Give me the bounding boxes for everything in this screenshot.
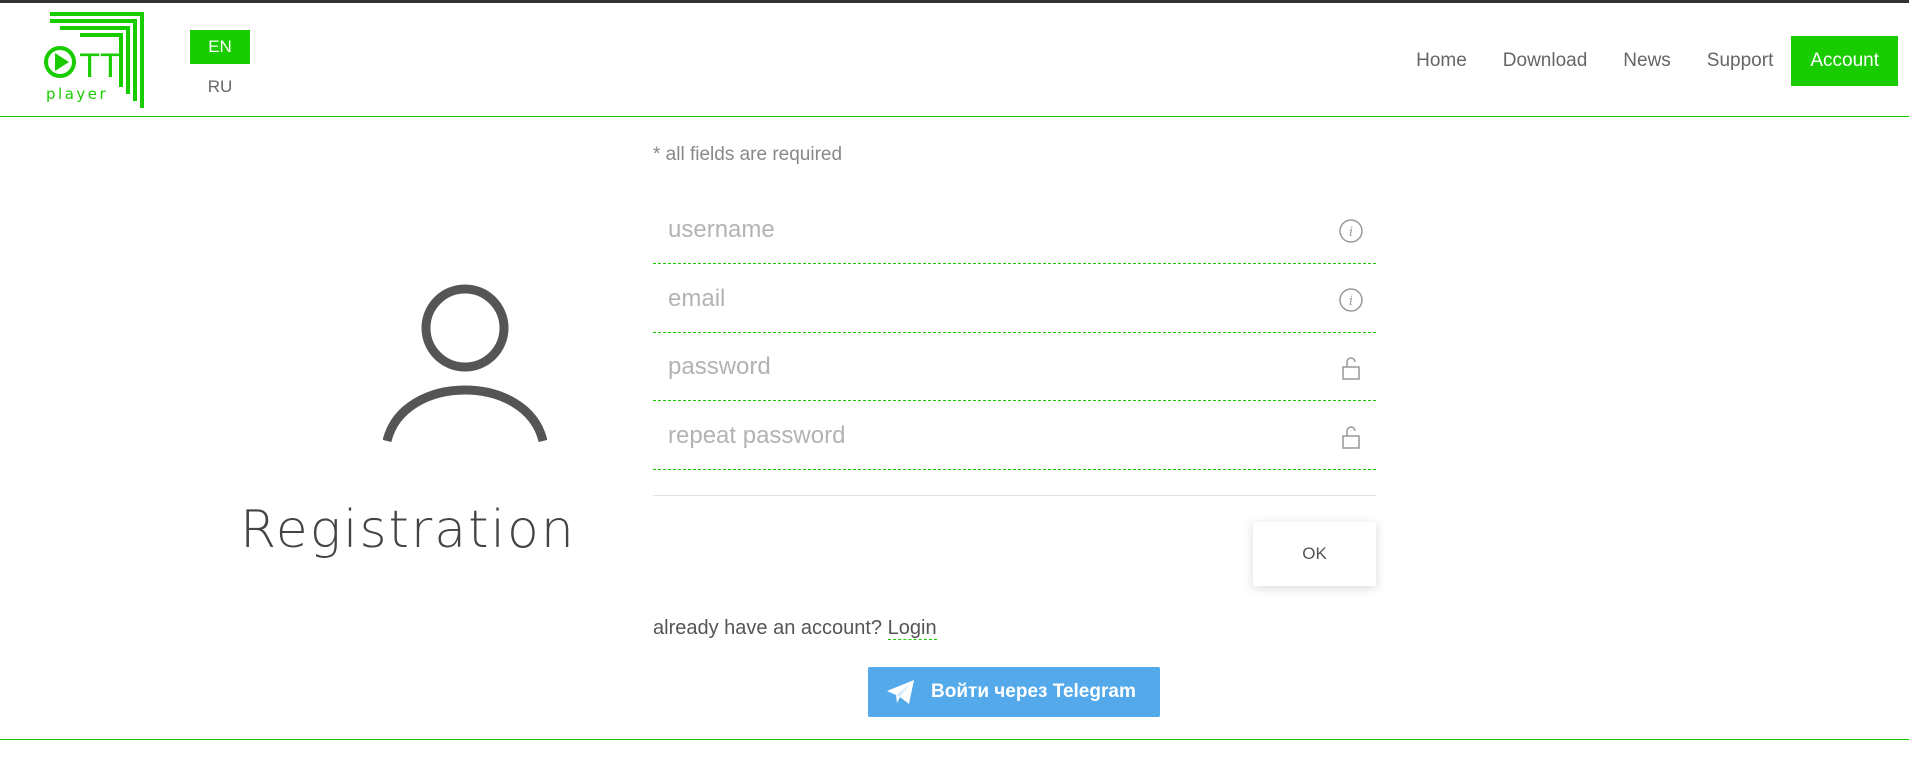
form-divider bbox=[653, 495, 1376, 496]
have-account-line: already have an account? Login bbox=[653, 617, 937, 640]
ott-player-logo[interactable]: TT player bbox=[40, 11, 148, 111]
site-header: TT player EN RU Home Download News Suppo… bbox=[0, 3, 1909, 117]
telegram-login-label: Войти через Telegram bbox=[931, 681, 1136, 702]
have-account-text: already have an account? bbox=[653, 617, 883, 639]
username-field: i bbox=[653, 196, 1376, 264]
language-ru-button[interactable]: RU bbox=[190, 72, 250, 102]
main-nav: Home Download News Support Account bbox=[1398, 36, 1898, 86]
login-link[interactable]: Login bbox=[887, 617, 937, 640]
svg-text:i: i bbox=[1349, 225, 1353, 240]
unlock-icon[interactable] bbox=[1338, 424, 1364, 450]
telegram-login-button[interactable]: Войти через Telegram bbox=[868, 667, 1160, 717]
email-field: i bbox=[653, 265, 1376, 333]
user-icon bbox=[382, 283, 548, 447]
nav-download[interactable]: Download bbox=[1485, 36, 1606, 86]
required-fields-note: * all fields are required bbox=[653, 144, 843, 165]
nav-home[interactable]: Home bbox=[1398, 36, 1485, 86]
nav-news[interactable]: News bbox=[1605, 36, 1689, 86]
info-icon[interactable]: i bbox=[1338, 287, 1364, 313]
password-field bbox=[653, 333, 1376, 401]
svg-text:i: i bbox=[1349, 294, 1353, 309]
unlock-icon[interactable] bbox=[1338, 355, 1364, 381]
nav-account[interactable]: Account bbox=[1791, 36, 1898, 86]
nav-support[interactable]: Support bbox=[1689, 36, 1792, 86]
username-input[interactable] bbox=[653, 196, 1376, 263]
repeat-password-field bbox=[653, 402, 1376, 470]
footer-divider bbox=[0, 739, 1909, 740]
repeat-password-input[interactable] bbox=[653, 402, 1376, 469]
submit-ok-button[interactable]: OK bbox=[1253, 522, 1376, 586]
language-en-button[interactable]: EN bbox=[190, 30, 250, 64]
telegram-icon bbox=[887, 680, 914, 704]
info-icon[interactable]: i bbox=[1338, 218, 1364, 244]
svg-text:TT: TT bbox=[79, 47, 121, 85]
page-title: Registration bbox=[240, 500, 576, 560]
email-input[interactable] bbox=[653, 265, 1376, 332]
svg-text:player: player bbox=[46, 85, 108, 103]
password-input[interactable] bbox=[653, 333, 1376, 400]
